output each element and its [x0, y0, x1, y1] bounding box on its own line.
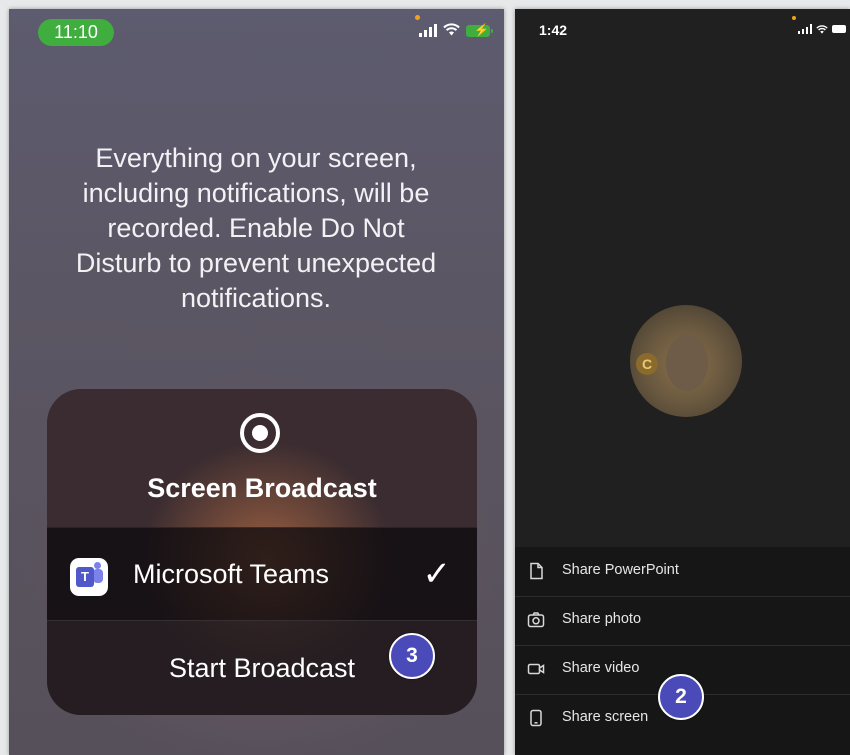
battery-charging-icon: ⚡: [466, 23, 493, 37]
cellular-signal-icon: [419, 24, 437, 37]
participant-avatar: C: [630, 305, 742, 417]
broadcast-screen: 11:10 ⚡ Everything on your screen, inclu…: [9, 9, 504, 755]
recording-warning-text: Everything on your screen, including not…: [75, 143, 437, 313]
teams-call-screen: 1:42 C Share PowerPoint Share photo Shar…: [515, 9, 850, 755]
phone-icon: [530, 709, 542, 727]
share-item-label: Share PowerPoint: [562, 562, 679, 578]
status-time: 1:42: [539, 22, 568, 38]
avatar-photo: [666, 335, 708, 391]
status-icons: ⚡: [419, 23, 493, 38]
document-icon: [530, 562, 543, 580]
microsoft-teams-icon: T: [70, 558, 108, 596]
share-powerpoint-item[interactable]: Share PowerPoint: [515, 547, 850, 597]
checkmark-icon: ✓: [422, 555, 452, 593]
camera-icon: [527, 612, 545, 628]
wifi-icon: [816, 24, 828, 34]
status-icons: [798, 24, 846, 34]
battery-icon: [832, 25, 846, 33]
video-icon: [527, 663, 545, 675]
panel-title: Screen Broadcast: [147, 473, 377, 503]
record-icon: [240, 413, 280, 453]
status-time: 11:10: [38, 19, 114, 46]
wifi-icon: [443, 23, 460, 38]
certification-badge-icon: C: [636, 353, 658, 375]
privacy-indicator: [792, 16, 796, 20]
share-item-label: Share screen: [562, 709, 649, 725]
privacy-indicator: [415, 15, 420, 20]
app-option-label: Microsoft Teams: [133, 559, 330, 589]
app-option-microsoft-teams[interactable]: T Microsoft Teams ✓: [47, 527, 477, 621]
cellular-signal-icon: [798, 24, 812, 34]
share-item-label: Share video: [562, 660, 640, 676]
share-menu: Share PowerPoint Share photo Share video…: [515, 547, 850, 755]
step-badge-2: 2: [658, 674, 704, 720]
share-photo-item[interactable]: Share photo: [515, 596, 850, 646]
step-badge-3: 3: [389, 633, 435, 679]
share-item-label: Share photo: [562, 611, 642, 627]
